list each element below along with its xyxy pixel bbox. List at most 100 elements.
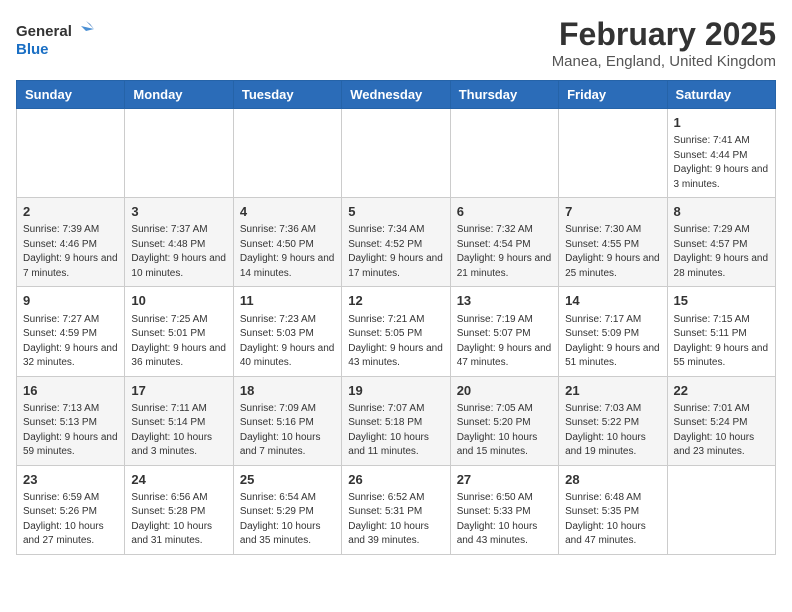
day-number: 1 — [674, 114, 769, 132]
day-number: 21 — [565, 382, 660, 400]
day-info: Sunrise: 7:21 AM Sunset: 5:05 PM Dayligh… — [348, 313, 443, 371]
day-number: 19 — [348, 382, 443, 400]
week-row-3: 9 Sunrise: 7:27 AM Sunset: 4:59 PM Daylig… — [17, 287, 776, 376]
calendar-title: February 2025 — [552, 16, 776, 53]
day-info: Sunrise: 7:03 AM Sunset: 5:22 PM Dayligh… — [565, 402, 660, 460]
day-number: 16 — [23, 382, 118, 400]
day-info: Sunrise: 7:09 AM Sunset: 5:16 PM Dayligh… — [240, 402, 335, 460]
day-number: 25 — [240, 471, 335, 489]
table-row: 27 Sunrise: 6:50 AM Sunset: 5:33 PM Dayli… — [450, 465, 558, 554]
day-info: Sunrise: 6:59 AM Sunset: 5:26 PM Dayligh… — [23, 491, 118, 549]
day-info: Sunrise: 6:54 AM Sunset: 5:29 PM Dayligh… — [240, 491, 335, 549]
table-row: 2 Sunrise: 7:39 AM Sunset: 4:46 PM Daylig… — [17, 198, 125, 287]
day-number: 4 — [240, 203, 335, 221]
header-thursday: Thursday — [450, 81, 558, 109]
day-number: 3 — [131, 203, 226, 221]
day-number: 24 — [131, 471, 226, 489]
day-number: 8 — [674, 203, 769, 221]
calendar-subtitle: Manea, England, United Kingdom — [552, 53, 776, 70]
header-saturday: Saturday — [667, 81, 775, 109]
day-info: Sunrise: 6:52 AM Sunset: 5:31 PM Dayligh… — [348, 491, 443, 549]
logo: General Blue — [16, 16, 96, 58]
table-row: 21 Sunrise: 7:03 AM Sunset: 5:22 PM Dayli… — [559, 376, 667, 465]
day-number: 9 — [23, 292, 118, 310]
day-number: 17 — [131, 382, 226, 400]
table-row: 19 Sunrise: 7:07 AM Sunset: 5:18 PM Dayli… — [342, 376, 450, 465]
day-info: Sunrise: 7:37 AM Sunset: 4:48 PM Dayligh… — [131, 223, 226, 281]
day-number: 15 — [674, 292, 769, 310]
table-row — [559, 109, 667, 198]
day-number: 22 — [674, 382, 769, 400]
table-row — [450, 109, 558, 198]
table-row: 13 Sunrise: 7:19 AM Sunset: 5:07 PM Dayli… — [450, 287, 558, 376]
day-number: 6 — [457, 203, 552, 221]
day-info: Sunrise: 7:25 AM Sunset: 5:01 PM Dayligh… — [131, 313, 226, 371]
table-row: 4 Sunrise: 7:36 AM Sunset: 4:50 PM Daylig… — [233, 198, 341, 287]
day-info: Sunrise: 6:48 AM Sunset: 5:35 PM Dayligh… — [565, 491, 660, 549]
table-row: 22 Sunrise: 7:01 AM Sunset: 5:24 PM Dayli… — [667, 376, 775, 465]
day-info: Sunrise: 7:27 AM Sunset: 4:59 PM Dayligh… — [23, 313, 118, 371]
day-number: 10 — [131, 292, 226, 310]
day-number: 18 — [240, 382, 335, 400]
day-info: Sunrise: 7:23 AM Sunset: 5:03 PM Dayligh… — [240, 313, 335, 371]
table-row — [125, 109, 233, 198]
day-info: Sunrise: 6:50 AM Sunset: 5:33 PM Dayligh… — [457, 491, 552, 549]
table-row — [17, 109, 125, 198]
table-row: 5Sunrise: 7:34 AM Sunset: 4:52 PM Daylig… — [342, 198, 450, 287]
day-info: Sunrise: 7:17 AM Sunset: 5:09 PM Dayligh… — [565, 313, 660, 371]
table-row: 25 Sunrise: 6:54 AM Sunset: 5:29 PM Dayli… — [233, 465, 341, 554]
header-wednesday: Wednesday — [342, 81, 450, 109]
table-row: 15 Sunrise: 7:15 AM Sunset: 5:11 PM Dayli… — [667, 287, 775, 376]
day-number: 28 — [565, 471, 660, 489]
week-row-2: 2 Sunrise: 7:39 AM Sunset: 4:46 PM Daylig… — [17, 198, 776, 287]
day-number: 5 — [348, 203, 443, 221]
day-number: 12 — [348, 292, 443, 310]
day-info: Sunrise: 7:15 AM Sunset: 5:11 PM Dayligh… — [674, 313, 769, 371]
day-info: Sunrise: 7:32 AM Sunset: 4:54 PM Dayligh… — [457, 223, 552, 281]
day-number: 7 — [565, 203, 660, 221]
table-row: 23 Sunrise: 6:59 AM Sunset: 5:26 PM Dayli… — [17, 465, 125, 554]
day-info: Sunrise: 7:01 AM Sunset: 5:24 PM Dayligh… — [674, 402, 769, 460]
day-info: Sunrise: 7:41 AM Sunset: 4:44 PM Dayligh… — [674, 134, 769, 192]
day-number: 20 — [457, 382, 552, 400]
day-info: Sunrise: 7:36 AM Sunset: 4:50 PM Dayligh… — [240, 223, 335, 281]
table-row: 11 Sunrise: 7:23 AM Sunset: 5:03 PM Dayli… — [233, 287, 341, 376]
weekday-header-row: Sunday Monday Tuesday Wednesday Thursday… — [17, 81, 776, 109]
table-row: 24 Sunrise: 6:56 AM Sunset: 5:28 PM Dayli… — [125, 465, 233, 554]
day-number: 14 — [565, 292, 660, 310]
day-info: Sunrise: 7:11 AM Sunset: 5:14 PM Dayligh… — [131, 402, 226, 460]
table-row — [233, 109, 341, 198]
table-row: 17 Sunrise: 7:11 AM Sunset: 5:14 PM Dayli… — [125, 376, 233, 465]
day-info: Sunrise: 7:19 AM Sunset: 5:07 PM Dayligh… — [457, 313, 552, 371]
day-info: Sunrise: 7:07 AM Sunset: 5:18 PM Dayligh… — [348, 402, 443, 460]
table-row: 6 Sunrise: 7:32 AM Sunset: 4:54 PM Daylig… — [450, 198, 558, 287]
header-monday: Monday — [125, 81, 233, 109]
day-number: 11 — [240, 292, 335, 310]
day-number: 23 — [23, 471, 118, 489]
day-number: 27 — [457, 471, 552, 489]
table-row: 9 Sunrise: 7:27 AM Sunset: 4:59 PM Daylig… — [17, 287, 125, 376]
table-row: 10 Sunrise: 7:25 AM Sunset: 5:01 PM Dayli… — [125, 287, 233, 376]
week-row-5: 23 Sunrise: 6:59 AM Sunset: 5:26 PM Dayli… — [17, 465, 776, 554]
header-friday: Friday — [559, 81, 667, 109]
day-info: Sunrise: 7:29 AM Sunset: 4:57 PM Dayligh… — [674, 223, 769, 281]
table-row — [342, 109, 450, 198]
header-tuesday: Tuesday — [233, 81, 341, 109]
table-row — [667, 465, 775, 554]
day-number: 2 — [23, 203, 118, 221]
day-info: Sunrise: 6:56 AM Sunset: 5:28 PM Dayligh… — [131, 491, 226, 549]
day-info: Sunrise: 7:39 AM Sunset: 4:46 PM Dayligh… — [23, 223, 118, 281]
table-row: 26Sunrise: 6:52 AM Sunset: 5:31 PM Dayli… — [342, 465, 450, 554]
table-row: 20 Sunrise: 7:05 AM Sunset: 5:20 PM Dayli… — [450, 376, 558, 465]
week-row-4: 16 Sunrise: 7:13 AM Sunset: 5:13 PM Dayli… — [17, 376, 776, 465]
calendar-table: Sunday Monday Tuesday Wednesday Thursday… — [16, 80, 776, 555]
day-info: Sunrise: 7:13 AM Sunset: 5:13 PM Dayligh… — [23, 402, 118, 460]
logo-svg: General Blue — [16, 16, 96, 58]
page-header: General Blue February 2025 Manea, Englan… — [16, 16, 776, 70]
table-row: 18 Sunrise: 7:09 AM Sunset: 5:16 PM Dayli… — [233, 376, 341, 465]
day-info: Sunrise: 7:05 AM Sunset: 5:20 PM Dayligh… — [457, 402, 552, 460]
table-row: 7 Sunrise: 7:30 AM Sunset: 4:55 PM Daylig… — [559, 198, 667, 287]
day-number: 13 — [457, 292, 552, 310]
table-row: 3 Sunrise: 7:37 AM Sunset: 4:48 PM Daylig… — [125, 198, 233, 287]
day-info: Sunrise: 7:30 AM Sunset: 4:55 PM Dayligh… — [565, 223, 660, 281]
